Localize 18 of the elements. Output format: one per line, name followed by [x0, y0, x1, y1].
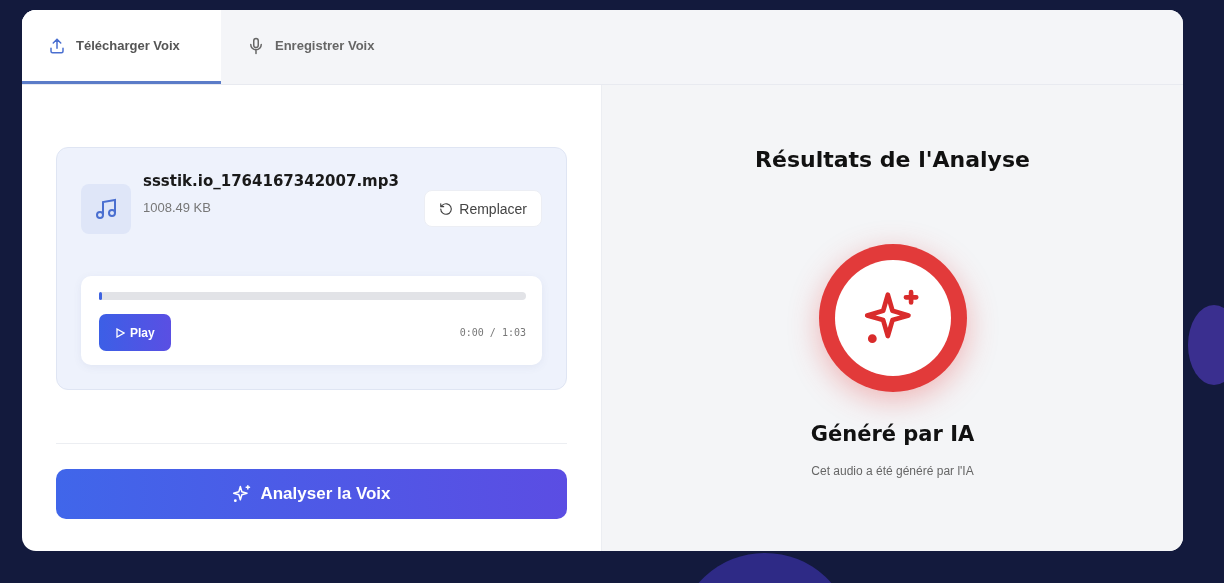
playback-time: 0:00 / 1:03 — [459, 327, 526, 338]
tab[interactable]: Télécharger Voix — [22, 10, 221, 84]
progress-track[interactable] — [99, 292, 526, 300]
music-note-icon — [81, 184, 131, 234]
play-button[interactable]: Play — [99, 314, 171, 351]
replace-button[interactable]: Remplacer — [424, 190, 542, 227]
play-icon — [115, 327, 125, 338]
verdict-description: Cet audio a été généré par l'IA — [811, 464, 974, 478]
upload-icon — [48, 36, 66, 55]
sparkle-icon — [232, 484, 253, 504]
results-title: Résultats de l'Analyse — [755, 147, 1030, 172]
verdict-label: Généré par IA — [810, 422, 975, 446]
microphone-icon — [247, 36, 265, 55]
tab[interactable]: Enregistrer Voix — [221, 10, 420, 84]
file-size: 1008.49 KB — [143, 200, 212, 215]
analyze-button[interactable]: Analyser la Voix — [56, 469, 567, 519]
file-name: ssstik.io_1764167342007.mp3 — [143, 172, 400, 190]
rotate-icon — [439, 201, 454, 216]
